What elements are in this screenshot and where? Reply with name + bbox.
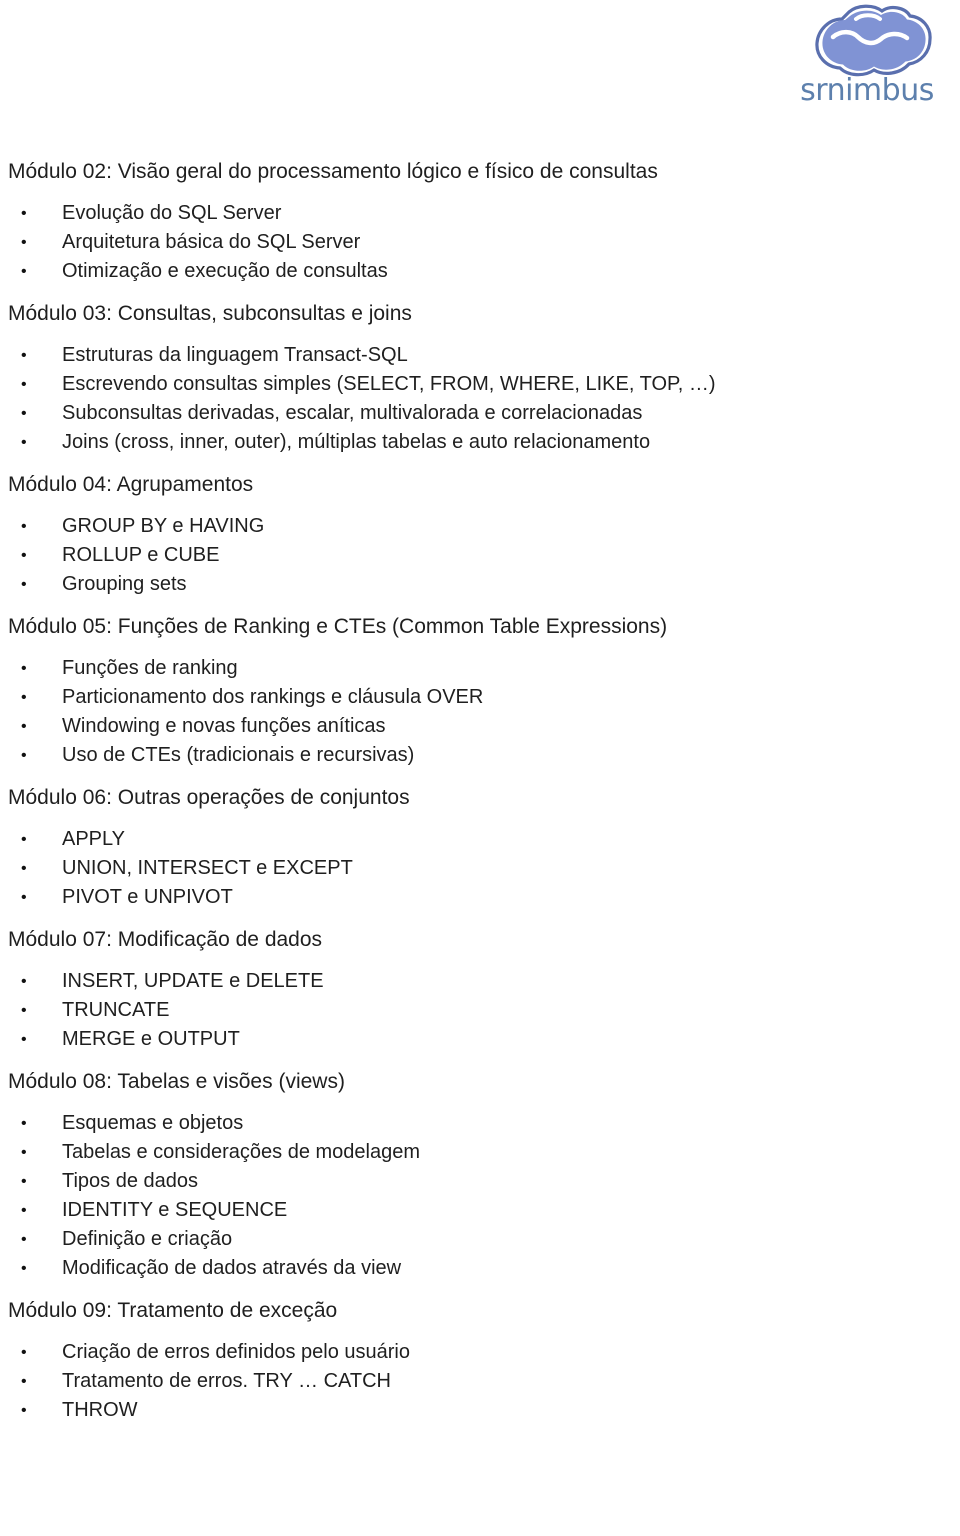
list-item: GROUP BY e HAVING	[0, 512, 960, 541]
module-topic-list: INSERT, UPDATE e DELETE TRUNCATE MERGE e…	[0, 967, 960, 1054]
list-item: Arquitetura básica do SQL Server	[0, 228, 960, 257]
cloud-logo-icon	[804, 4, 940, 80]
list-item: Funções de ranking	[0, 654, 960, 683]
module-heading: Módulo 08: Tabelas e visões (views)	[8, 1070, 345, 1093]
module-section: Módulo 08: Tabelas e visões (views) Esqu…	[0, 1054, 960, 1283]
list-item: APPLY	[0, 825, 960, 854]
list-item: Tabelas e considerações de modelagem	[0, 1138, 960, 1167]
list-item: Otimização e execução de consultas	[0, 257, 960, 286]
list-item: ROLLUP e CUBE	[0, 541, 960, 570]
document-body: Módulo 02: Visão geral do processamento …	[0, 132, 960, 1425]
list-item: THROW	[0, 1396, 960, 1425]
list-item: Grouping sets	[0, 570, 960, 599]
list-item: Tratamento de erros. TRY … CATCH	[0, 1367, 960, 1396]
module-topic-list: APPLY UNION, INTERSECT e EXCEPT PIVOT e …	[0, 825, 960, 912]
module-heading: Módulo 02: Visão geral do processamento …	[8, 160, 658, 183]
module-topic-list: Estruturas da linguagem Transact-SQL Esc…	[0, 341, 960, 457]
module-section: Módulo 07: Modificação de dados INSERT, …	[0, 912, 960, 1054]
module-section: Módulo 02: Visão geral do processamento …	[0, 132, 960, 286]
module-section: Módulo 03: Consultas, subconsultas e joi…	[0, 286, 960, 457]
module-topic-list: Esquemas e objetos Tabelas e consideraçõ…	[0, 1109, 960, 1283]
list-item: Particionamento dos rankings e cláusula …	[0, 683, 960, 712]
list-item: Windowing e novas funções aníticas	[0, 712, 960, 741]
list-item: Escrevendo consultas simples (SELECT, FR…	[0, 370, 960, 399]
module-heading: Módulo 07: Modificação de dados	[8, 928, 323, 951]
list-item: INSERT, UPDATE e DELETE	[0, 967, 960, 996]
list-item: Evolução do SQL Server	[0, 199, 960, 228]
list-item: TRUNCATE	[0, 996, 960, 1025]
list-item: Joins (cross, inner, outer), múltiplas t…	[0, 428, 960, 457]
list-item: PIVOT e UNPIVOT	[0, 883, 960, 912]
module-section: Módulo 06: Outras operações de conjuntos…	[0, 770, 960, 912]
page-header: srnimbus	[0, 0, 960, 132]
module-topic-list: GROUP BY e HAVING ROLLUP e CUBE Grouping…	[0, 512, 960, 599]
list-item: Esquemas e objetos	[0, 1109, 960, 1138]
module-section: Módulo 09: Tratamento de exceção Criação…	[0, 1283, 960, 1425]
list-item: Uso de CTEs (tradicionais e recursivas)	[0, 741, 960, 770]
list-item: Criação de erros definidos pelo usuário	[0, 1338, 960, 1367]
brand-logo: srnimbus	[782, 4, 952, 126]
module-heading: Módulo 06: Outras operações de conjuntos	[8, 786, 410, 809]
list-item: UNION, INTERSECT e EXCEPT	[0, 854, 960, 883]
list-item: MERGE e OUTPUT	[0, 1025, 960, 1054]
list-item: Tipos de dados	[0, 1167, 960, 1196]
module-section: Módulo 05: Funções de Ranking e CTEs (Co…	[0, 599, 960, 770]
brand-wordmark: srnimbus	[800, 73, 934, 108]
list-item: IDENTITY e SEQUENCE	[0, 1196, 960, 1225]
list-item: Subconsultas derivadas, escalar, multiva…	[0, 399, 960, 428]
module-topic-list: Criação de erros definidos pelo usuário …	[0, 1338, 960, 1425]
module-heading: Módulo 04: Agrupamentos	[8, 473, 254, 496]
list-item: Definição e criação	[0, 1225, 960, 1254]
module-heading: Módulo 03: Consultas, subconsultas e joi…	[8, 302, 412, 325]
module-topic-list: Funções de ranking Particionamento dos r…	[0, 654, 960, 770]
module-topic-list: Evolução do SQL Server Arquitetura básic…	[0, 199, 960, 286]
list-item: Estruturas da linguagem Transact-SQL	[0, 341, 960, 370]
module-section: Módulo 04: Agrupamentos GROUP BY e HAVIN…	[0, 457, 960, 599]
module-heading: Módulo 05: Funções de Ranking e CTEs (Co…	[8, 615, 668, 638]
list-item: Modificação de dados através da view	[0, 1254, 960, 1283]
module-heading: Módulo 09: Tratamento de exceção	[8, 1299, 338, 1322]
